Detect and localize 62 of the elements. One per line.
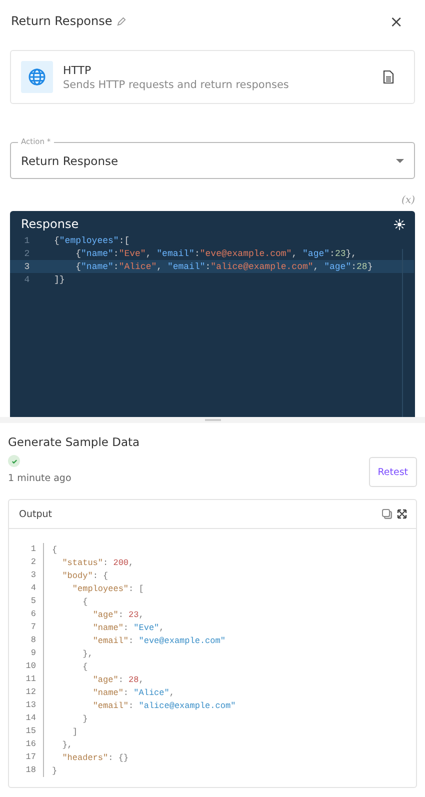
output-title: Output	[19, 508, 52, 520]
code-line: {"employees":[	[53, 236, 130, 246]
code-line: "email": "alice@example.com"	[92, 700, 236, 710]
code-editor[interactable]: Response 1 {"employees":[ 2 {"name":"Eve", "email":"eve@example.com", "age":23}, 3 {"name":"Alice", "email":"alice@example.com", "age":28} 4 ]}	[10, 211, 415, 417]
copy-icon[interactable]	[382, 509, 392, 519]
code-line: "employees": [	[71, 584, 144, 594]
line-number: 12	[9, 686, 44, 699]
line-number: 10	[9, 660, 44, 673]
code-line: {"name":"Alice", "email":"alice@example.com", "age":28}	[74, 262, 373, 272]
code-line: ]	[71, 726, 78, 736]
line-number: 7	[9, 621, 44, 634]
line-number: 4	[23, 274, 31, 284]
line-number: 5	[9, 595, 44, 608]
code-line: "age": 28,	[92, 674, 144, 684]
code-line: ]}	[53, 274, 65, 284]
code-line: "headers": {}	[61, 752, 129, 762]
line-number: 16	[9, 738, 44, 751]
close-button[interactable]: ×	[386, 12, 407, 30]
code-line: "status": 200,	[61, 558, 134, 568]
code-line: {	[82, 596, 88, 606]
editor-title: Response	[21, 217, 79, 231]
code-line: {"name":"Eve", "email":"eve@example.com", "age":23},	[74, 248, 357, 258]
globe-icon	[28, 68, 46, 86]
line-number: 3	[9, 569, 44, 582]
line-number: 9	[9, 647, 44, 660]
app-name: HTTP	[63, 64, 92, 76]
section-title: Generate Sample Data	[8, 435, 141, 449]
dropdown-caret-icon	[396, 158, 404, 162]
code-line: "age": 23,	[92, 610, 144, 620]
line-number: 18	[9, 764, 44, 777]
code-line: "name": "Alice",	[92, 688, 174, 698]
code-line: "email": "eve@example.com"	[92, 636, 226, 646]
code-line: "name": "Eve",	[92, 622, 164, 632]
code-line: }	[82, 714, 88, 724]
line-number: 13	[9, 699, 44, 712]
code-line: {	[51, 544, 58, 554]
pencil-icon[interactable]	[117, 16, 126, 26]
code-line: },	[82, 648, 93, 658]
select-value: Return Response	[21, 154, 118, 168]
code-line: {	[82, 662, 88, 672]
panel-title: Return Response	[11, 14, 112, 28]
line-number: 17	[9, 751, 44, 764]
timestamp: 1 minute ago	[8, 473, 72, 484]
line-number: 11	[9, 673, 44, 686]
line-number: 6	[9, 608, 44, 621]
line-number: 1	[9, 543, 44, 556]
line-number: 3	[23, 262, 31, 272]
line-number: 2	[23, 248, 31, 258]
retest-button[interactable]: Retest	[368, 457, 417, 487]
line-number: 14	[9, 712, 44, 725]
line-number: 8	[9, 634, 44, 647]
document-icon[interactable]	[383, 70, 394, 84]
resize-handle[interactable]	[0, 417, 425, 423]
line-number: 15	[9, 725, 44, 738]
app-description: Sends HTTP requests and return responses	[63, 78, 289, 90]
line-number: 2	[9, 556, 44, 569]
code-line: }	[51, 766, 58, 776]
code-line: "body": {	[61, 570, 108, 580]
code-line: },	[61, 740, 72, 750]
expand-icon[interactable]	[397, 509, 407, 519]
line-number: 1	[23, 236, 31, 246]
line-number: 4	[9, 582, 44, 595]
